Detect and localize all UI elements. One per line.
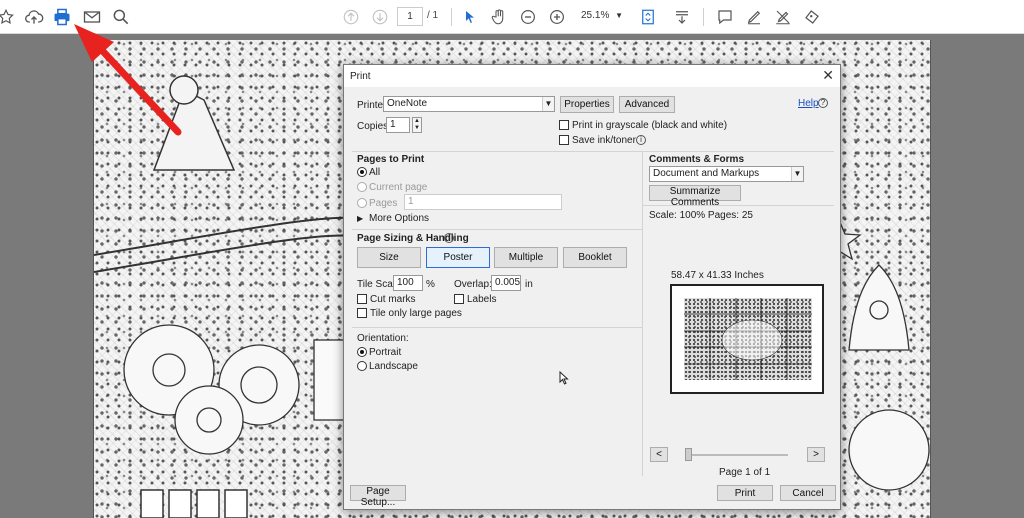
printer-value: OneNote (387, 98, 428, 109)
save-ink-label: Save ink/toner (572, 135, 636, 146)
percent-label: % (426, 279, 435, 290)
printer-select[interactable]: OneNote ▼ (383, 96, 555, 112)
print-button[interactable]: Print (717, 485, 773, 501)
grayscale-checkbox[interactable] (559, 120, 569, 130)
poster-button[interactable]: Poster (426, 247, 490, 268)
mouse-cursor-icon (559, 371, 569, 385)
overlap-unit: in (525, 279, 533, 290)
arrow-to-printer (74, 24, 182, 136)
pages-range-radio[interactable] (357, 198, 367, 208)
page-setup-button[interactable]: Page Setup... (350, 485, 406, 508)
preview-next-button[interactable]: > (807, 447, 825, 462)
divider (642, 205, 834, 206)
preview-slider-thumb[interactable] (685, 448, 692, 461)
preview-size-label: 58.47 x 41.33 Inches (671, 270, 764, 281)
cut-marks-checkbox[interactable] (357, 294, 367, 304)
divider (352, 327, 642, 328)
info-icon[interactable]: i (636, 135, 646, 145)
more-options-link[interactable]: More Options (369, 213, 429, 224)
size-button[interactable]: Size (357, 247, 421, 268)
all-pages-radio[interactable] (357, 167, 367, 177)
save-ink-checkbox[interactable] (559, 135, 569, 145)
orientation-title: Orientation: (357, 333, 409, 344)
booklet-button[interactable]: Booklet (563, 247, 627, 268)
labels-checkbox[interactable] (454, 294, 464, 304)
portrait-radio[interactable] (357, 347, 367, 357)
page-of-label: Page 1 of 1 (719, 467, 771, 478)
grayscale-label: Print in grayscale (black and white) (572, 120, 728, 131)
help-icon[interactable]: ? (818, 98, 828, 108)
comments-select[interactable]: Document and Markups ▼ (649, 166, 804, 182)
pages-range-input[interactable]: 1 (404, 194, 562, 210)
comments-forms-title: Comments & Forms (649, 154, 745, 165)
dialog-title-bar: Print ✕ (344, 65, 840, 87)
landscape-label: Landscape (369, 361, 418, 372)
dialog-title: Print (350, 71, 371, 82)
cut-marks-label: Cut marks (370, 294, 416, 305)
chevron-down-icon: ▼ (791, 167, 803, 181)
tile-large-checkbox[interactable] (357, 308, 367, 318)
pages-to-print-title: Pages to Print (357, 154, 425, 165)
all-pages-label: All (369, 167, 381, 178)
overlap-label: Overlap: (454, 279, 492, 290)
tile-large-label: Tile only large pages (370, 308, 462, 319)
tile-scale-input[interactable]: 100 (393, 275, 423, 291)
landscape-radio[interactable] (357, 361, 367, 371)
divider (352, 151, 834, 152)
copies-stepper[interactable]: ▲ ▼ (412, 117, 422, 133)
summarize-comments-button[interactable]: Summarize Comments (649, 185, 741, 208)
labels-label: Labels (467, 294, 497, 305)
current-page-radio[interactable] (357, 182, 367, 192)
poster-tile-grid (684, 298, 812, 380)
print-preview (670, 284, 824, 394)
divider (642, 151, 643, 476)
preview-prev-button[interactable]: < (650, 447, 668, 462)
properties-button[interactable]: Properties (560, 96, 614, 113)
overlap-input[interactable]: 0.005 (491, 275, 521, 291)
portrait-label: Portrait (369, 347, 402, 358)
print-dialog: Print ✕ Printer: OneNote ▼ Properties Ad… (343, 64, 841, 510)
multiple-button[interactable]: Multiple (494, 247, 558, 268)
divider (352, 229, 642, 230)
comments-value: Document and Markups (653, 168, 760, 179)
scale-pages-info: Scale: 100% Pages: 25 (649, 210, 753, 221)
close-icon[interactable]: ✕ (822, 68, 834, 82)
current-page-label: Current page (369, 182, 428, 193)
help-link[interactable]: Help (798, 98, 819, 109)
copies-input[interactable]: 1 (386, 117, 410, 133)
pages-range-label: Pages (369, 198, 398, 209)
advanced-button[interactable]: Advanced (619, 96, 675, 113)
preview-slider-track[interactable] (686, 454, 788, 456)
chevron-down-icon: ▼ (542, 97, 554, 111)
info-icon[interactable]: i (444, 233, 454, 243)
cancel-button[interactable]: Cancel (780, 485, 836, 501)
expand-triangle-icon[interactable]: ▶ (357, 214, 363, 223)
